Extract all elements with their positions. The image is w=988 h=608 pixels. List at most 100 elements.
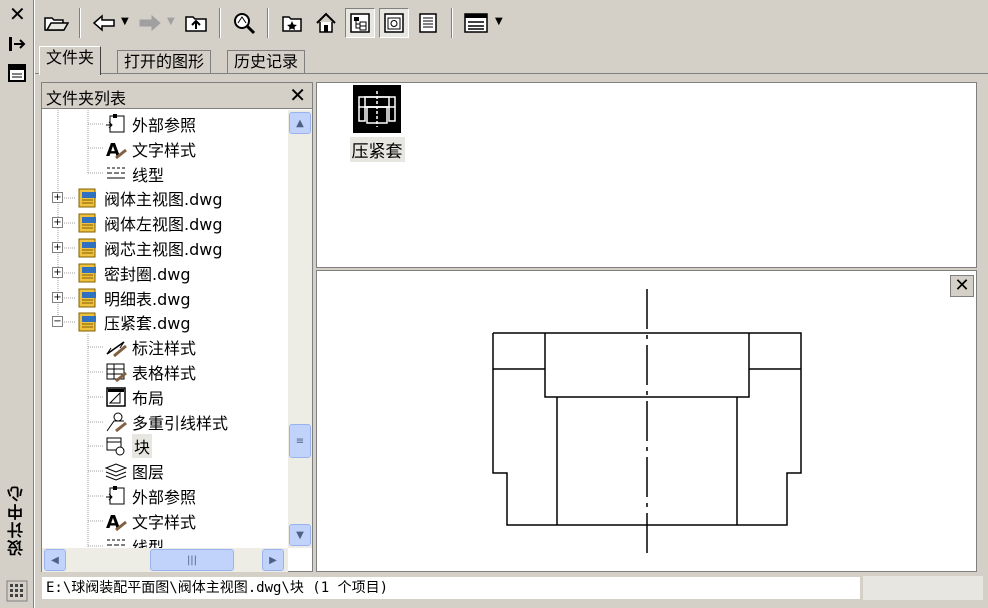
- properties-icon[interactable]: [8, 64, 26, 82]
- tree-item[interactable]: 表格样式: [104, 360, 196, 384]
- views-button[interactable]: [461, 8, 491, 38]
- folder-list-title: 文件夹列表: [46, 89, 127, 108]
- tree-item[interactable]: 外部参照: [104, 112, 196, 136]
- load-button[interactable]: [41, 8, 71, 38]
- home-icon: [316, 12, 336, 33]
- linetype-icon: [104, 163, 128, 185]
- block-preview-drawing: [492, 289, 802, 557]
- tree-item-label: 阀芯主视图.dwg: [104, 240, 223, 259]
- close-folder-list-icon[interactable]: ✕: [289, 83, 306, 107]
- views-dropdown-icon[interactable]: ▼: [495, 16, 503, 27]
- scroll-thumb[interactable]: ≡: [289, 424, 311, 458]
- up-folder-icon: [185, 16, 207, 32]
- status-bar: E:\球阀装配平面图\阀体主视图.dwg\块 (1 个项目): [41, 576, 861, 600]
- block-icon: [104, 435, 128, 457]
- collapse-icon[interactable]: −: [52, 316, 63, 328]
- open-folder-icon: [44, 17, 69, 31]
- expand-icon[interactable]: +: [52, 217, 63, 229]
- scroll-up-button[interactable]: ▲: [289, 112, 311, 134]
- tab-label: 打开的图形: [124, 52, 205, 71]
- tree-item[interactable]: 明细表.dwg: [76, 286, 191, 310]
- dwg-file-icon: [76, 262, 100, 284]
- views-icon: [464, 13, 488, 33]
- tree-horizontal-scrollbar[interactable]: ◀ ||| ▶: [42, 548, 288, 572]
- palette-side-strip: ✕ 设计中心: [0, 0, 34, 608]
- tree-item-label: 多重引线样式: [132, 413, 229, 433]
- design-center-frame: ▼ ▼ ▼ 文件夹 打开的图形 历史记录 文件夹列表 ✕ 外部参照 A 文字样式…: [34, 0, 988, 608]
- expand-icon[interactable]: +: [52, 242, 63, 253]
- scroll-left-button[interactable]: ◀: [44, 549, 66, 571]
- back-button[interactable]: [89, 8, 119, 38]
- tree-item-label: 线型: [132, 537, 165, 548]
- tab-history[interactable]: 历史记录: [227, 50, 306, 74]
- tree-item-label: 标注样式: [132, 339, 197, 359]
- tree-item[interactable]: 阀体主视图.dwg: [76, 186, 223, 210]
- block-thumbnail: [353, 85, 401, 133]
- status-bar-spare: [863, 576, 983, 600]
- dwg-file-icon: [76, 212, 100, 234]
- tree-item[interactable]: A 文字样式: [104, 509, 196, 533]
- autohide-icon[interactable]: [8, 36, 26, 52]
- scroll-right-button[interactable]: ▶: [262, 549, 284, 571]
- tree-item-label: 明细表.dwg: [104, 289, 191, 309]
- xref-icon: [104, 485, 128, 507]
- back-arrow-icon: [92, 14, 115, 32]
- text-style-icon: A: [104, 138, 128, 160]
- close-palette-icon[interactable]: ✕: [9, 4, 26, 24]
- tree-item[interactable]: A 文字样式: [104, 137, 196, 161]
- dwg-file-icon: [76, 311, 100, 333]
- tree-item[interactable]: 多重引线样式: [104, 410, 228, 434]
- home-button[interactable]: [311, 8, 341, 38]
- tree-item-label: 外部参照: [132, 488, 197, 507]
- search-icon: [234, 13, 256, 35]
- dwg-file-icon: [76, 237, 100, 259]
- tab-bar: 文件夹 打开的图形 历史记录: [37, 46, 357, 75]
- dwg-file-icon: [76, 287, 100, 309]
- tree-item-label: 线型: [132, 165, 165, 185]
- expand-icon[interactable]: +: [52, 192, 63, 204]
- back-dropdown-icon[interactable]: ▼: [121, 16, 129, 27]
- palette-title: 设计中心: [7, 484, 26, 556]
- tree-item[interactable]: 外部参照: [104, 484, 196, 508]
- tree-item-label: 密封圈.dwg: [104, 264, 191, 284]
- tree-item[interactable]: 线型: [104, 534, 164, 548]
- tab-folders[interactable]: 文件夹: [39, 46, 102, 75]
- tab-open-drawings[interactable]: 打开的图形: [117, 50, 212, 74]
- block-item[interactable]: 压紧套: [345, 85, 409, 162]
- favorites-button[interactable]: [277, 8, 307, 38]
- folder-list-header: 文件夹列表 ✕: [42, 83, 312, 109]
- preview-pane: ✕: [316, 270, 977, 572]
- expand-icon[interactable]: +: [52, 291, 63, 303]
- mleader-style-icon: [104, 411, 128, 433]
- table-style-icon: [104, 361, 128, 383]
- tree-item[interactable]: 密封圈.dwg: [76, 261, 191, 285]
- tree-item-label: 表格样式: [132, 364, 197, 383]
- forward-button[interactable]: [135, 8, 165, 38]
- tree-item[interactable]: 图层: [104, 459, 164, 483]
- tree-item[interactable]: 线型: [104, 162, 164, 186]
- linetype-icon: [104, 535, 128, 548]
- dim-style-icon: [104, 336, 128, 358]
- up-button[interactable]: [181, 8, 211, 38]
- tree-item[interactable]: 阀芯主视图.dwg: [76, 236, 223, 260]
- description-button[interactable]: [413, 8, 443, 38]
- preview-button[interactable]: [379, 8, 409, 38]
- expand-icon[interactable]: +: [52, 266, 63, 278]
- tree-item[interactable]: 阀体左视图.dwg: [76, 211, 223, 235]
- scroll-down-button[interactable]: ▼: [289, 524, 311, 546]
- tree-item[interactable]: 标注样式: [104, 335, 196, 359]
- tree-item[interactable]: 布局: [104, 385, 164, 409]
- tab-divider: [35, 73, 988, 74]
- tree-item[interactable]: 块: [104, 434, 153, 459]
- tree-vertical-scrollbar[interactable]: ▲ ≡ ▼: [288, 110, 312, 548]
- tree-item-label: 块: [132, 434, 153, 459]
- tree-item-label: 文字样式: [132, 140, 197, 160]
- tree-toggle-button[interactable]: [345, 8, 375, 38]
- dwg-file-icon: [76, 187, 100, 209]
- search-button[interactable]: [229, 8, 259, 38]
- tree-item[interactable]: 压紧套.dwg: [76, 310, 191, 334]
- grip-icon[interactable]: [6, 580, 28, 602]
- hscroll-thumb[interactable]: |||: [150, 549, 234, 571]
- forward-dropdown-icon[interactable]: ▼: [167, 16, 175, 27]
- folder-tree: 外部参照 A 文字样式 线型 阀体主视图.dwg + 阀体左视图.dwg + 阀芯主视图.dwg…: [42, 110, 288, 548]
